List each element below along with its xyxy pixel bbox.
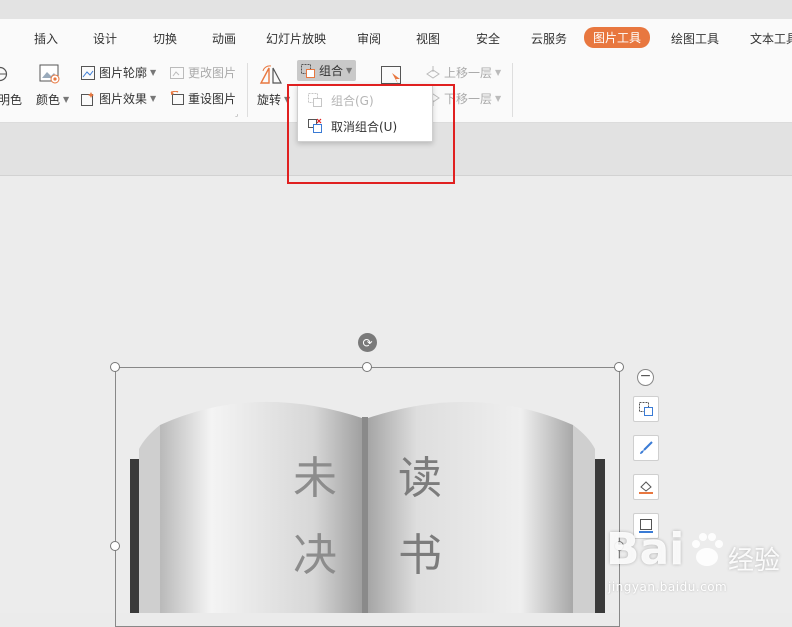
group-icon bbox=[639, 402, 653, 416]
group-expander-icon[interactable]: ⌟ bbox=[235, 110, 238, 118]
tab-slideshow[interactable]: 幻灯片放映 bbox=[266, 30, 326, 47]
picture-effects-icon bbox=[80, 91, 96, 107]
title-strip bbox=[0, 0, 792, 19]
bring-forward-icon bbox=[425, 65, 441, 81]
rotate-icon bbox=[258, 63, 284, 85]
ribbon-tab-bar: 插入 设计 切换 动画 幻灯片放映 审阅 视图 安全 云服务 图片工具 绘图工具… bbox=[0, 19, 792, 57]
bring-forward-label: 上移一层 bbox=[444, 66, 493, 80]
rotate-handle-icon[interactable]: ⟳ bbox=[358, 333, 377, 352]
tab-transition[interactable]: 切换 bbox=[153, 30, 177, 47]
selection-frame bbox=[115, 367, 620, 627]
fill-bucket-icon bbox=[639, 481, 653, 494]
tab-design[interactable]: 设计 bbox=[93, 30, 117, 47]
tab-security[interactable]: 安全 bbox=[476, 30, 500, 47]
tab-animation[interactable]: 动画 bbox=[212, 30, 236, 47]
resize-handle-top[interactable] bbox=[362, 362, 372, 372]
collapse-toolbar-icon[interactable]: − bbox=[637, 369, 654, 386]
color-label: 颜色 bbox=[36, 93, 61, 107]
tab-cloud-service[interactable]: 云服务 bbox=[531, 30, 567, 47]
picture-color-icon bbox=[39, 63, 61, 85]
quick-group-button[interactable] bbox=[633, 396, 659, 422]
watermark-brand: Bai bbox=[606, 524, 685, 575]
chevron-down-icon: ▼ bbox=[63, 95, 70, 104]
color-button[interactable]: 颜色 ▼ bbox=[36, 91, 69, 108]
reset-picture-button[interactable]: 重设图片 bbox=[169, 90, 236, 107]
group-icon bbox=[300, 63, 316, 79]
annotation-highlight-box bbox=[287, 84, 455, 184]
ribbon-separator bbox=[247, 63, 248, 117]
tab-text-tools[interactable]: 文本工具 bbox=[750, 30, 792, 47]
quick-fill-button[interactable] bbox=[633, 474, 659, 500]
quick-style-button[interactable] bbox=[633, 435, 659, 461]
chevron-down-icon: ▼ bbox=[495, 94, 502, 103]
resize-handle-top-left[interactable] bbox=[110, 362, 120, 372]
rotate-icon-wrap[interactable] bbox=[258, 63, 284, 85]
transparent-color-icon bbox=[0, 66, 8, 82]
picture-effects-label: 图片效果 bbox=[99, 92, 148, 106]
picture-outline-label: 图片轮廓 bbox=[99, 66, 148, 80]
change-picture-icon bbox=[169, 65, 185, 81]
tab-drawing-tools[interactable]: 绘图工具 bbox=[671, 30, 719, 47]
watermark-suffix: 经验 bbox=[728, 546, 781, 576]
picture-outline-icon bbox=[80, 65, 96, 81]
bring-forward-button[interactable]: 上移一层 ▼ bbox=[425, 64, 501, 81]
tab-review[interactable]: 审阅 bbox=[357, 30, 381, 47]
color-icon-wrap[interactable] bbox=[39, 63, 61, 85]
rotate-label: 旋转 bbox=[257, 93, 282, 107]
transparent-color-label: 明色 bbox=[0, 93, 23, 107]
chevron-down-icon: ▼ bbox=[346, 66, 353, 75]
group-label: 组合 bbox=[319, 64, 344, 78]
picture-outline-button[interactable]: 图片轮廓 ▼ bbox=[80, 64, 156, 81]
tab-picture-tools[interactable]: 图片工具 bbox=[584, 27, 651, 48]
change-picture-label: 更改图片 bbox=[188, 66, 237, 80]
ribbon-separator bbox=[512, 63, 513, 117]
reset-picture-icon bbox=[169, 90, 185, 107]
set-transparent-color-button[interactable]: 明色 bbox=[0, 91, 22, 108]
chevron-down-icon: ▼ bbox=[150, 68, 157, 77]
watermark-url: jingyan.baidu.com bbox=[608, 580, 728, 594]
resize-handle-top-right[interactable] bbox=[614, 362, 624, 372]
chevron-down-icon: ▼ bbox=[150, 94, 157, 103]
brush-icon bbox=[640, 441, 653, 454]
paw-logo-icon bbox=[692, 533, 723, 566]
set-transparent-color-icon-wrap[interactable] bbox=[0, 66, 8, 82]
chevron-down-icon: ▼ bbox=[495, 68, 502, 77]
tab-insert[interactable]: 插入 bbox=[34, 30, 58, 47]
picture-effects-button[interactable]: 图片效果 ▼ bbox=[80, 90, 156, 107]
rotate-button[interactable]: 旋转 ▼ bbox=[257, 91, 290, 108]
tab-view[interactable]: 视图 bbox=[416, 30, 440, 47]
selection-pane-icon bbox=[380, 65, 402, 85]
group-button[interactable]: 组合 ▼ bbox=[297, 60, 357, 81]
resize-handle-left[interactable] bbox=[110, 541, 120, 551]
change-picture-button[interactable]: 更改图片 bbox=[169, 64, 236, 81]
selection-pane-button[interactable] bbox=[380, 65, 402, 85]
reset-picture-label: 重设图片 bbox=[188, 92, 237, 106]
